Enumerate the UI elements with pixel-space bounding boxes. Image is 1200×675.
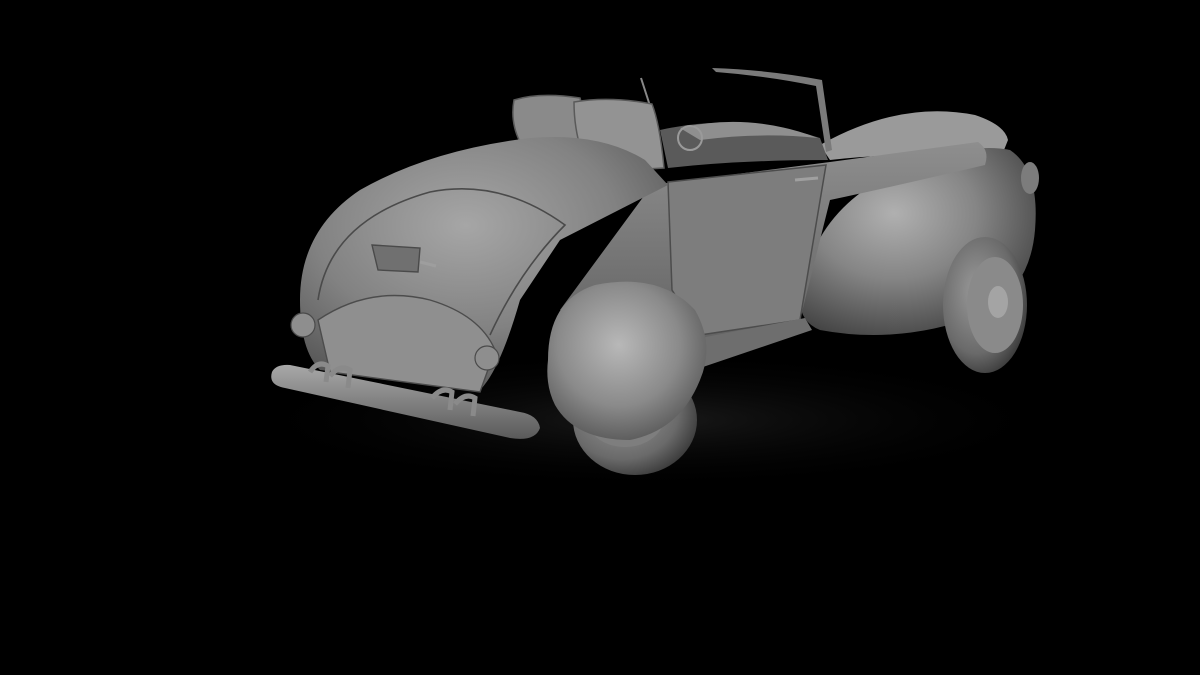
- car-tail-light-right: [474, 345, 500, 371]
- car-front-hub-center: [988, 286, 1008, 318]
- car-door-handle: [794, 176, 819, 182]
- car-tail-light-left: [290, 312, 316, 338]
- car-headlight: [1021, 162, 1039, 194]
- render-viewport: [0, 0, 1200, 675]
- car-render-image: [230, 68, 1070, 490]
- car-license-plate: [371, 244, 421, 273]
